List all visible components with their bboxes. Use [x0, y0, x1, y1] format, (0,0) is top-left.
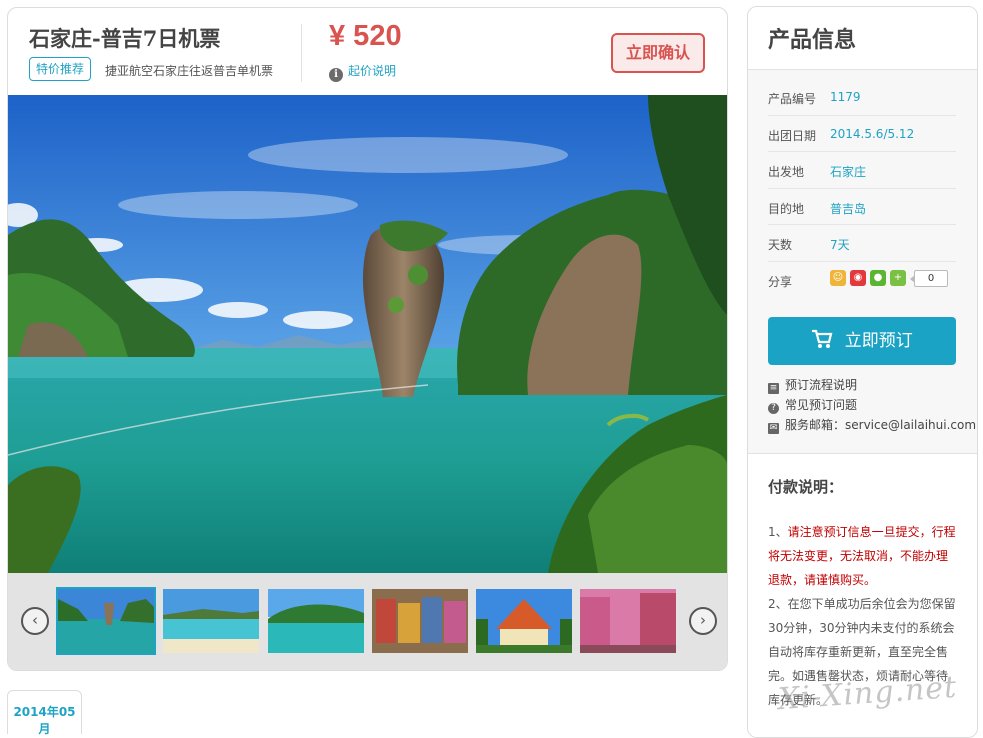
thumb-island[interactable] — [268, 589, 364, 653]
payment-notes: 付款说明： 1、请注意预订信息一旦提交，行程将无法变更，无法取消，不能办理退款，… — [748, 453, 977, 737]
document-icon: ≡ — [768, 383, 779, 394]
thumb-street[interactable] — [580, 589, 676, 653]
confirm-button[interactable]: 立即确认 — [611, 33, 705, 73]
info-row-share: 分享 ☺ ◉ ● + 0 — [768, 262, 956, 299]
share-label: 分享 — [768, 274, 793, 289]
book-now-label: 立即预订 — [844, 331, 913, 351]
payment-heading: 付款说明： — [768, 478, 844, 496]
info-icon: i — [329, 68, 343, 82]
cart-icon — [811, 329, 844, 351]
question-icon: ? — [768, 403, 779, 414]
info-row-destination: 目的地 普吉岛 — [768, 189, 956, 225]
link-label: 服务邮箱：service@lailaihui.com — [785, 418, 977, 432]
info-key: 产品编号 — [768, 92, 817, 106]
product-info-list: 产品编号 1179 出团日期 2014.5.6/5.12 出发地 石家庄 目的地… — [768, 79, 956, 298]
info-key: 出团日期 — [768, 128, 817, 143]
info-value: 普吉岛 — [830, 201, 867, 216]
share-buttons: ☺ ◉ ● + 0 — [830, 269, 948, 287]
wechat-icon[interactable]: ● — [870, 270, 886, 286]
info-row-origin: 出发地 石家庄 — [768, 152, 956, 189]
share-count: 0 — [910, 269, 948, 287]
info-row-departure-date: 出团日期 2014.5.6/5.12 — [768, 116, 956, 152]
product-title: 石家庄-普吉7日机票 — [29, 26, 221, 51]
help-links: ≡ 预订流程说明 ? 常见预订问题 ✉ 服务邮箱：service@lailaihui.… — [768, 375, 976, 435]
mail-icon: ✉ — [768, 423, 779, 434]
info-value: 2014.5.6/5.12 — [830, 126, 915, 141]
product-info-heading: 产品信息 — [768, 27, 857, 53]
qzone-icon[interactable]: ☺ — [830, 270, 846, 286]
product-info-header: 产品信息 — [748, 7, 977, 70]
info-value: 7天 — [830, 238, 850, 252]
price-note-label: 起价说明 — [348, 64, 397, 78]
chevron-left-icon[interactable]: ‹ — [21, 607, 49, 635]
payment-text: 1、请注意预订信息一旦提交，行程将无法变更，无法取消，不能办理退款，请谨慎购买。… — [768, 520, 958, 712]
more-share-icon[interactable]: + — [890, 270, 906, 286]
info-row-days: 天数 7天 — [768, 225, 956, 262]
book-now-button[interactable]: 立即预订 — [768, 317, 956, 365]
main-photo — [8, 95, 727, 573]
info-key: 目的地 — [768, 201, 805, 216]
link-label: 预订流程说明 — [785, 378, 858, 392]
thumb-elephants[interactable] — [372, 589, 468, 653]
payment-item-number: 1、 — [768, 525, 788, 539]
date-tab[interactable]: 2014年05月 — [7, 690, 82, 736]
info-value: 1179 — [830, 90, 861, 104]
product-subtitle: 捷亚航空石家庄往返普吉单机票 — [105, 64, 274, 78]
info-key: 出发地 — [768, 165, 805, 179]
faq-link[interactable]: ? 常见预订问题 — [768, 395, 976, 415]
chevron-right-icon[interactable]: › — [689, 607, 717, 635]
link-label: 常见预订问题 — [785, 398, 858, 412]
product-card: 石家庄-普吉7日机票 特价推荐 捷亚航空石家庄往返普吉单机票 ¥ 520 i 起价… — [7, 7, 728, 671]
product-info-panel: 产品信息 产品编号 1179 出团日期 2014.5.6/5.12 出发地 石家… — [747, 6, 978, 738]
thumb-phang-nga-bay[interactable] — [56, 587, 156, 655]
price-note-link[interactable]: i 起价说明 — [329, 62, 396, 82]
special-offer-tag[interactable]: 特价推荐 — [29, 57, 92, 81]
info-row-product-id: 产品编号 1179 — [768, 79, 956, 116]
payment-item-2: 2、在您下单成功后余位会为您保留30分钟，30分钟内未支付的系统会自动将库存重新… — [768, 597, 956, 707]
product-price: ¥ 520 — [329, 20, 402, 52]
weibo-icon[interactable]: ◉ — [850, 270, 866, 286]
payment-warning: 请注意预订信息一旦提交，行程将无法变更，无法取消，不能办理退款，请谨慎购买。 — [768, 525, 956, 587]
booking-process-link[interactable]: ≡ 预订流程说明 — [768, 375, 976, 395]
info-key: 天数 — [768, 238, 793, 252]
service-email[interactable]: ✉ 服务邮箱：service@lailaihui.com — [768, 415, 976, 435]
thumb-temple[interactable] — [476, 589, 572, 653]
thumb-beach[interactable] — [163, 589, 259, 653]
thumbnail-strip: ‹ › — [8, 573, 727, 670]
info-value: 石家庄 — [830, 165, 867, 179]
header-divider — [301, 24, 302, 82]
